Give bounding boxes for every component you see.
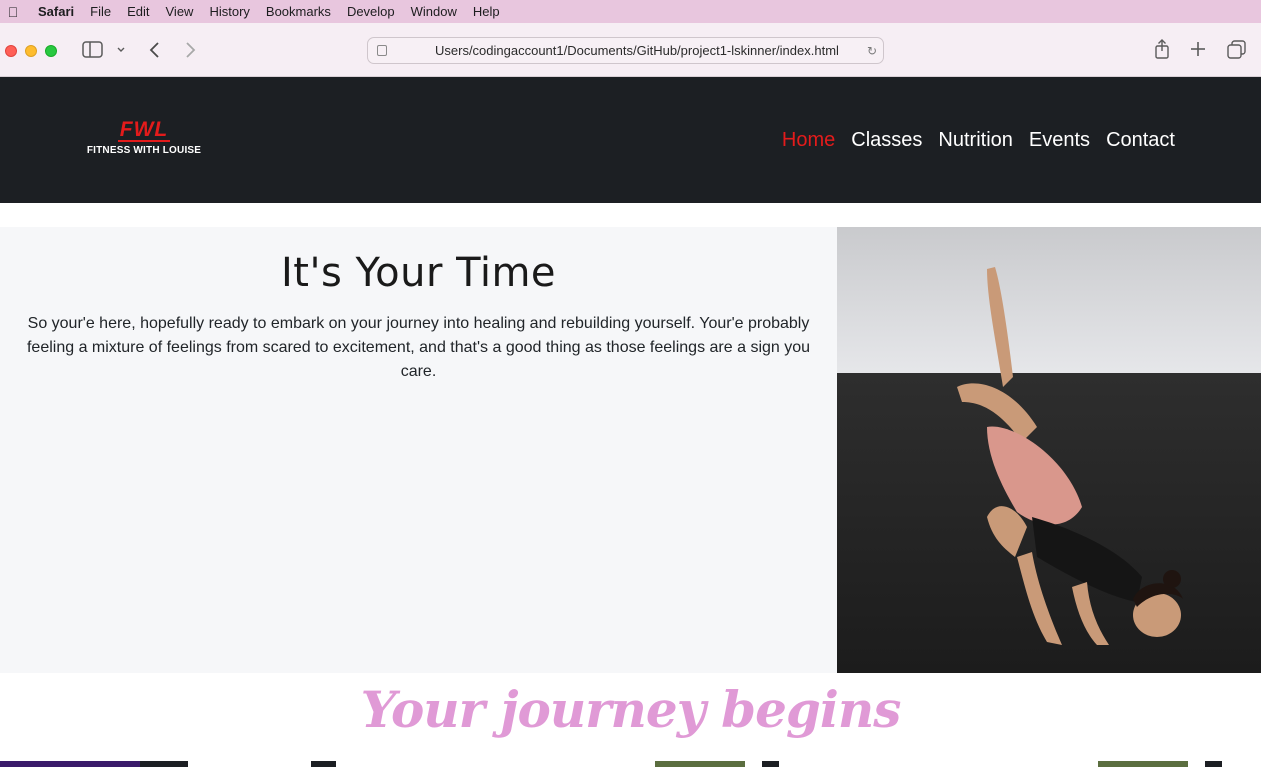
logo-mark: FWL xyxy=(117,118,171,142)
nav-classes[interactable]: Classes xyxy=(851,129,922,152)
card-edge-3 xyxy=(311,761,336,767)
browser-toolbar: Users/codingaccount1/Documents/GitHub/pr… xyxy=(0,23,1261,77)
menu-view[interactable]: View xyxy=(158,4,202,19)
page-icon xyxy=(377,45,387,56)
hero-title: It's Your Time xyxy=(280,250,557,296)
card-edge-2 xyxy=(140,761,188,767)
card-edge-5 xyxy=(1205,761,1222,767)
site-nav: Home Classes Nutrition Events Contact xyxy=(782,129,1175,152)
logo-text: FITNESS WITH LOUISE xyxy=(86,145,202,156)
address-bar[interactable]: Users/codingaccount1/Documents/GitHub/pr… xyxy=(367,37,884,64)
nav-contact[interactable]: Contact xyxy=(1106,129,1175,152)
menu-history[interactable]: History xyxy=(201,4,257,19)
site-logo[interactable]: FWL FITNESS WITH LOUISE xyxy=(73,118,215,156)
register-button-1[interactable] xyxy=(655,761,745,767)
hero-paragraph: So your'e here, hopefully ready to embar… xyxy=(26,315,811,380)
menu-app-safari[interactable]: Safari xyxy=(30,4,82,19)
card-edge-1 xyxy=(0,761,140,767)
hero-section: It's Your Time So your'e here, hopefully… xyxy=(0,227,1261,673)
tab-overview-icon[interactable] xyxy=(1227,40,1246,65)
zoom-window-button[interactable] xyxy=(45,45,57,57)
nav-home[interactable]: Home xyxy=(782,129,835,152)
journey-heading: Your journey begins xyxy=(360,680,902,739)
reload-icon[interactable]: ↻ xyxy=(861,44,883,58)
menu-help[interactable]: Help xyxy=(465,4,508,19)
forward-icon[interactable] xyxy=(183,40,197,66)
menu-edit[interactable]: Edit xyxy=(119,4,157,19)
url-text[interactable]: Users/codingaccount1/Documents/GitHub/pr… xyxy=(435,43,861,58)
back-icon[interactable] xyxy=(148,40,162,66)
menu-develop[interactable]: Develop xyxy=(339,4,403,19)
new-tab-icon[interactable] xyxy=(1189,40,1207,64)
chevron-down-icon[interactable] xyxy=(116,41,126,66)
menu-window[interactable]: Window xyxy=(403,4,465,19)
menu-bookmarks[interactable]: Bookmarks xyxy=(258,4,339,19)
menu-bar:  Safari File Edit View History Bookmark… xyxy=(0,0,1261,23)
hero-text-block: It's Your Time So your'e here, hopefully… xyxy=(0,227,837,673)
share-icon[interactable] xyxy=(1153,38,1171,66)
minimize-window-button[interactable] xyxy=(25,45,37,57)
sidebar-icon[interactable] xyxy=(82,41,103,64)
apple-menu-icon[interactable]:  xyxy=(2,4,24,20)
register-button-2[interactable] xyxy=(1098,761,1188,767)
close-window-button[interactable] xyxy=(5,45,17,57)
nav-nutrition[interactable]: Nutrition xyxy=(938,129,1012,152)
card-edge-4 xyxy=(762,761,779,767)
hero-image-yoga xyxy=(837,227,1261,673)
nav-events[interactable]: Events xyxy=(1029,129,1090,152)
menu-file[interactable]: File xyxy=(82,4,119,19)
site-header: FWL FITNESS WITH LOUISE Home Classes Nut… xyxy=(0,77,1261,203)
